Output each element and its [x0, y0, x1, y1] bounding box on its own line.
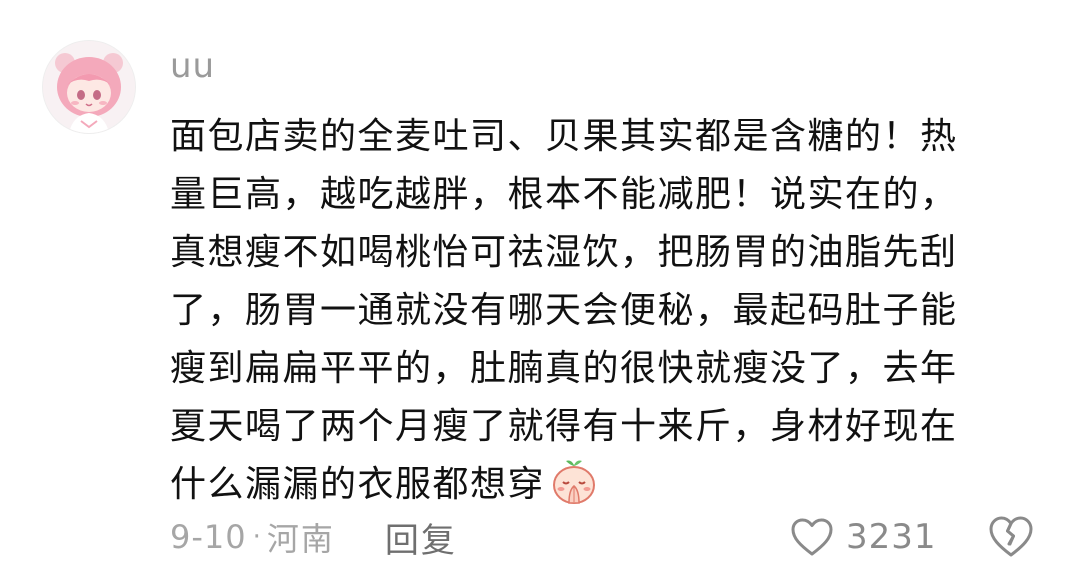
heart-outline-icon — [791, 518, 833, 556]
avatar-character-icon — [43, 41, 135, 133]
comment-text-line: 真想瘦不如喝桃怡可祛湿饮，把肠胃的油脂先刮 — [170, 232, 958, 273]
like-count: 3231 — [846, 517, 937, 557]
praying-face-emoji-icon — [549, 456, 599, 506]
meta-separator: · — [252, 522, 261, 552]
comment-text-line: 了，肠胃一通就没有哪天会便秘，最起码肚子能 — [170, 290, 958, 331]
like-button[interactable]: 3231 — [790, 512, 937, 562]
comment-text-line: 夏天喝了两个月瘦了就得有十来斤，身材好现在 — [170, 406, 958, 447]
username[interactable]: uu — [170, 44, 215, 88]
comment-text-line: 什么漏漏的衣服都想穿 — [170, 464, 546, 505]
comment-text-last-line: 什么漏漏的衣服都想穿 — [170, 456, 1050, 514]
avatar[interactable] — [42, 40, 136, 134]
comment-text: 面包店卖的全麦吐司、贝果其实都是含糖的！热 量巨高，越吃越胖，根本不能减肥！说实… — [170, 108, 1050, 514]
dislike-button[interactable] — [988, 514, 1034, 560]
comment-text-line: 瘦到扁扁平平的，肚腩真的很快就瘦没了，去年 — [170, 348, 958, 389]
broken-heart-icon — [989, 516, 1033, 557]
comment-date: 9-10 — [170, 518, 247, 556]
reply-button[interactable]: 回复 — [385, 513, 457, 562]
comment-meta: 9-10 · 河南 回复 — [170, 513, 457, 562]
comment-text-line: 量巨高，越吃越胖，根本不能减肥！说实在的， — [170, 174, 958, 215]
comment-text-line: 面包店卖的全麦吐司、贝果其实都是含糖的！热 — [170, 116, 958, 157]
comment-location: 河南 — [266, 520, 335, 558]
comment-item: uu 面包店卖的全麦吐司、贝果其实都是含糖的！热 量巨高，越吃越胖，根本不能减肥… — [0, 0, 1080, 586]
